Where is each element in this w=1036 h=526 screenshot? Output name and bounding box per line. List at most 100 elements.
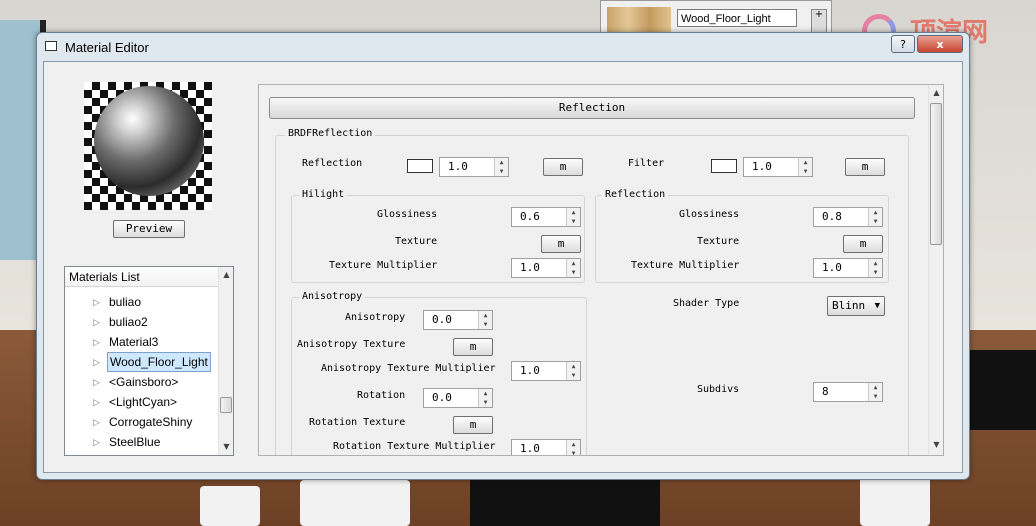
list-item-label: buliao2 [109, 315, 148, 329]
reflection-glossiness-value[interactable]: 0.8 [822, 210, 842, 223]
hilight-texture-button[interactable]: m [541, 235, 581, 253]
material-editor-window: Material Editor ? x Preview Materials Li… [36, 32, 970, 480]
close-button[interactable]: x [917, 35, 963, 53]
materials-list: Materials List ▷ buliao ▷ buliao2 ▷ Mate… [64, 266, 234, 456]
anisotropy-group-title: Anisotropy [299, 291, 366, 302]
rotation-multiplier-value[interactable]: 1.0 [520, 442, 540, 455]
scrollbar-thumb[interactable] [220, 397, 232, 413]
spinner-arrows-icon[interactable]: ▲ ▼ [868, 383, 882, 401]
reflection-multiplier-label: Texture Multiplier [631, 260, 740, 271]
list-item-label: buliao [109, 295, 142, 309]
filter-label: Filter [628, 158, 665, 169]
list-item-label: Wood_Floor_Light [107, 352, 211, 372]
spinner-arrows-icon[interactable]: ▲ ▼ [494, 158, 508, 176]
reflection-rollout-button[interactable]: Reflection [269, 97, 915, 119]
filter-map-button[interactable]: m [845, 158, 885, 176]
filter-color-swatch[interactable] [711, 159, 737, 173]
settings-panel-scrollbar[interactable]: ▲ ▼ [928, 85, 943, 455]
reflection-color-swatch[interactable] [407, 159, 433, 173]
spinner-arrows-icon[interactable]: ▲ ▼ [566, 259, 580, 277]
list-item[interactable]: ▷ CorrogateShiny [65, 412, 219, 432]
scroll-up-icon[interactable]: ▲ [929, 85, 943, 101]
hilight-multiplier-value[interactable]: 1.0 [520, 261, 540, 274]
expand-arrow-icon[interactable]: ▷ [93, 392, 100, 412]
scroll-down-icon[interactable]: ▼ [219, 439, 233, 455]
shader-type-value[interactable]: Blinn [832, 299, 865, 312]
reflection-multiplier-value[interactable]: 1.0 [822, 261, 842, 274]
scrollbar-thumb[interactable] [930, 103, 942, 245]
list-item[interactable]: ▷ SteelBlue [65, 432, 219, 452]
anisotropy-texture-button[interactable]: m [453, 338, 493, 356]
rotation-value[interactable]: 0.0 [432, 391, 452, 404]
reflection-map-button[interactable]: m [543, 158, 583, 176]
spinner-arrows-icon[interactable]: ▲ ▼ [566, 440, 580, 455]
reflection-glossiness-label: Glossiness [679, 209, 740, 220]
scene-chair [200, 486, 260, 526]
spinner-arrows-icon[interactable]: ▲ ▼ [868, 259, 882, 277]
expand-arrow-icon[interactable]: ▷ [93, 352, 100, 372]
reflection-amount-value[interactable]: 1.0 [448, 160, 468, 173]
hilight-glossiness-label: Glossiness [377, 209, 438, 220]
expand-arrow-icon[interactable]: ▷ [93, 332, 100, 352]
spinner-arrows-icon[interactable]: ▲ ▼ [566, 362, 580, 380]
expand-arrow-icon[interactable]: ▷ [93, 292, 100, 312]
hilight-multiplier-spinner[interactable]: 1.0 ▲ ▼ [511, 258, 581, 278]
list-item[interactable]: ▷ Material3 [65, 332, 219, 352]
anisotropy-multiplier-label: Anisotropy Texture Multiplier [321, 363, 496, 374]
materials-list-scrollbar[interactable]: ▲ ▼ [218, 267, 233, 455]
title-bar[interactable]: Material Editor ? x [37, 33, 969, 61]
anisotropy-label: Anisotropy [345, 312, 406, 323]
list-item-selected[interactable]: ▷ Wood_Floor_Light [65, 352, 219, 372]
list-item[interactable]: ▷ <Gainsboro> [65, 372, 219, 392]
spinner-arrows-icon[interactable]: ▲ ▼ [478, 311, 492, 329]
rotation-multiplier-spinner[interactable]: 1.0 ▲ ▼ [511, 439, 581, 455]
anisotropy-multiplier-value[interactable]: 1.0 [520, 364, 540, 377]
expand-arrow-icon[interactable]: ▷ [93, 432, 100, 452]
reflection-multiplier-spinner[interactable]: 1.0 ▲ ▼ [813, 258, 883, 278]
list-item[interactable]: ▷ <LightCyan> [65, 392, 219, 412]
hilight-texture-label: Texture [395, 236, 438, 247]
spinner-arrows-icon[interactable]: ▲ ▼ [478, 389, 492, 407]
rotation-spinner[interactable]: 0.0 ▲ ▼ [423, 388, 493, 408]
filter-amount-spinner[interactable]: 1.0 ▲ ▼ [743, 157, 813, 177]
expand-arrow-icon[interactable]: ▷ [93, 412, 100, 432]
rotation-texture-button[interactable]: m [453, 416, 493, 434]
hilight-glossiness-spinner[interactable]: 0.6 ▲ ▼ [511, 207, 581, 227]
anisotropy-multiplier-spinner[interactable]: 1.0 ▲ ▼ [511, 361, 581, 381]
filter-amount-value[interactable]: 1.0 [752, 160, 772, 173]
reflection-glossiness-spinner[interactable]: 0.8 ▲ ▼ [813, 207, 883, 227]
scroll-up-icon[interactable]: ▲ [219, 267, 233, 283]
subdivs-value[interactable]: 8 [822, 385, 829, 398]
rotation-multiplier-label: Rotation Texture Multiplier [333, 441, 496, 452]
rotation-label: Rotation [357, 390, 406, 401]
list-item-label: Material3 [109, 335, 159, 349]
add-material-button[interactable]: + [811, 9, 827, 33]
anisotropy-texture-label: Anisotropy Texture [297, 339, 406, 350]
material-thumbnail[interactable] [607, 7, 671, 33]
spinner-arrows-icon[interactable]: ▲ ▼ [868, 208, 882, 226]
hilight-multiplier-label: Texture Multiplier [329, 260, 438, 271]
list-item-label: SteelBlue [109, 435, 161, 449]
expand-arrow-icon[interactable]: ▷ [93, 372, 100, 392]
material-picker-strip: Wood_Floor_Light + [600, 0, 832, 34]
expand-arrow-icon[interactable]: ▷ [93, 312, 100, 332]
chevron-down-icon[interactable]: ▼ [875, 297, 880, 315]
reflection-label: Reflection [302, 158, 363, 169]
list-item-label: <Gainsboro> [109, 375, 179, 389]
spinner-arrows-icon[interactable]: ▲ ▼ [566, 208, 580, 226]
hilight-glossiness-value[interactable]: 0.6 [520, 210, 540, 223]
spinner-arrows-icon[interactable]: ▲ ▼ [798, 158, 812, 176]
list-item[interactable]: ▷ buliao [65, 292, 219, 312]
reflection-texture-button[interactable]: m [843, 235, 883, 253]
scroll-down-icon[interactable]: ▼ [929, 437, 943, 453]
subdivs-spinner[interactable]: 8 ▲ ▼ [813, 382, 883, 402]
preview-button[interactable]: Preview [113, 220, 185, 238]
material-name-field[interactable]: Wood_Floor_Light [677, 9, 797, 27]
anisotropy-value[interactable]: 0.0 [432, 313, 452, 326]
help-button[interactable]: ? [891, 35, 915, 53]
reflection-amount-spinner[interactable]: 1.0 ▲ ▼ [439, 157, 509, 177]
list-item[interactable]: ▷ buliao2 [65, 312, 219, 332]
shader-type-dropdown[interactable]: Blinn ▼ [827, 296, 885, 316]
materials-list-header: Materials List [65, 267, 219, 287]
anisotropy-spinner[interactable]: 0.0 ▲ ▼ [423, 310, 493, 330]
